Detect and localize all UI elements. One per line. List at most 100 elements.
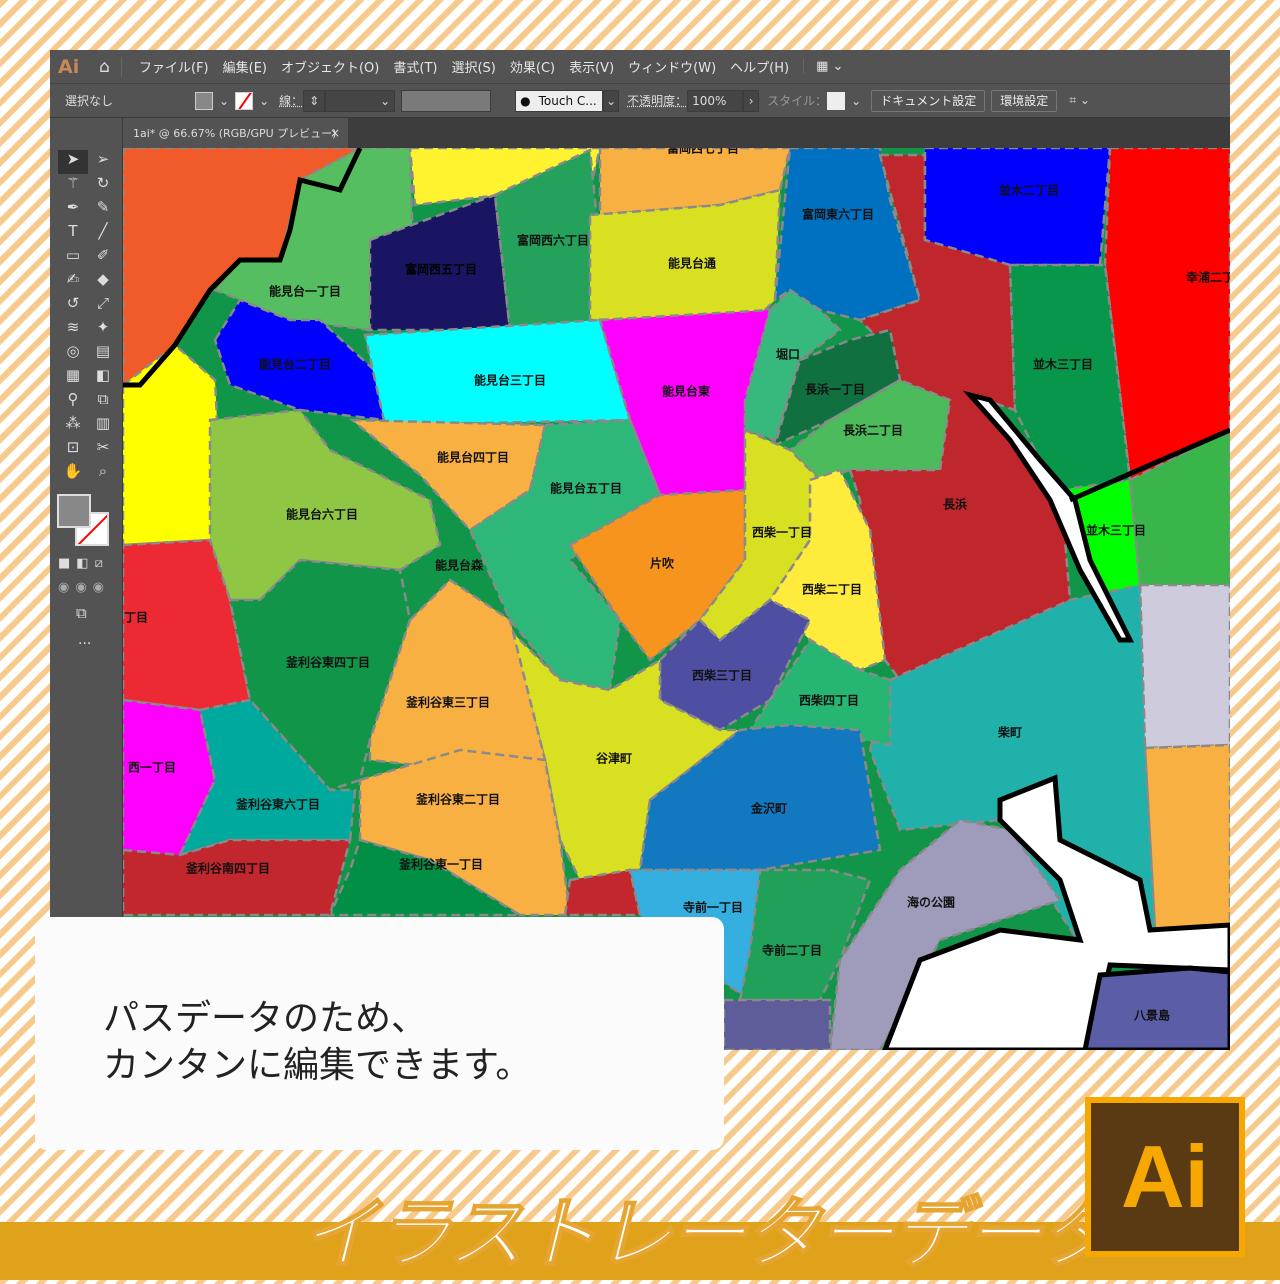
menu-view[interactable]: 表示(V)	[569, 57, 614, 76]
variable-width-profile[interactable]	[401, 89, 492, 112]
menu-object[interactable]: オブジェクト(O)	[281, 57, 379, 76]
home-icon[interactable]: ⌂	[88, 56, 122, 77]
perspective-grid-icon[interactable]: ▤	[88, 342, 118, 366]
ai-logo: Ai	[58, 55, 80, 78]
tools-panel: ➤ ➢ ⚚ ↻ ✒ ✎ T ╱ ▭ ✐ ✍ ◆ ↺ ⤢ ≋ ✦ ◎ ▤ ▦ ◧ ⚲ ⧉ ⁂ ▥ ⊡ ✂ ✋…	[50, 118, 123, 917]
rectangle-tool-icon[interactable]: ▭	[58, 246, 88, 270]
rotate-tool-icon[interactable]: ↺	[58, 294, 88, 318]
selection-status: 選択なし	[65, 94, 114, 108]
map-region-label: 丁目	[123, 610, 149, 625]
menu-bar: Ai ⌂ ファイル(F) 編集(E) オブジェクト(O) 書式(T) 選択(S)…	[50, 50, 1230, 84]
shaper-tool-icon[interactable]: ✍	[58, 270, 88, 294]
color-mode-buttons[interactable]: ■◧⧄	[58, 556, 109, 571]
map-region-label: 並木三丁目	[1032, 357, 1094, 372]
map-region-label: 長浜一丁目	[804, 382, 866, 397]
mesh-tool-icon[interactable]: ▦	[58, 366, 88, 390]
map-region-label: 寺前二丁目	[761, 943, 823, 958]
style-swatch[interactable]	[827, 91, 846, 110]
chevron-down-icon[interactable]: ⌄	[259, 94, 269, 108]
document-settings-button[interactable]: ドキュメント設定	[871, 89, 986, 112]
map-region-label: 西一丁目	[127, 760, 177, 775]
menu-type[interactable]: 書式(T)	[393, 57, 437, 76]
brush-name: Touch C...	[538, 93, 597, 108]
map-region-label: 金沢町	[750, 801, 788, 816]
eraser-icon[interactable]: ◆	[88, 270, 118, 294]
map-region-label: 八景島	[1133, 1008, 1171, 1023]
region-orange-right	[1143, 743, 1230, 932]
line-tool-icon[interactable]: ╱	[88, 222, 118, 246]
blend-tool-icon[interactable]: ⧉	[88, 390, 118, 414]
document-tabs: 1ai* @ 66.67% (RGB/GPU プレビュー) ×	[123, 118, 1230, 148]
map-region-label: 富岡西五丁目	[404, 262, 478, 277]
arrange-icon[interactable]: ⌗ ⌄	[1069, 93, 1090, 108]
curvature-tool-icon[interactable]: ✎	[88, 198, 118, 222]
type-tool-icon[interactable]: T	[58, 222, 88, 246]
map-region-label: 能見台三丁目	[473, 373, 547, 388]
pen-tool-icon[interactable]: ✒	[58, 198, 88, 222]
caption-card: パスデータのため、 カンタンに編集できます。	[35, 917, 724, 1150]
graph-tool-icon[interactable]: ▥	[88, 414, 118, 438]
menu-window[interactable]: ウィンドウ(W)	[628, 57, 716, 76]
illustrator-logo: Ai	[1085, 1097, 1245, 1257]
stroke-weight-input[interactable]: ⌄	[325, 89, 396, 112]
direct-selection-tool-icon[interactable]: ➢	[88, 150, 118, 174]
map-region-label: 谷津町	[595, 751, 633, 766]
hand-tool-icon[interactable]: ✋	[58, 462, 88, 486]
map-region-label: 片吹	[649, 556, 675, 571]
region-lavender	[1138, 583, 1230, 750]
workspace-switcher-icon[interactable]: ▦ ⌄	[803, 59, 843, 74]
slice-tool-icon[interactable]: ✂	[88, 438, 118, 462]
close-tab-icon[interactable]: ×	[330, 126, 340, 140]
fill-swatch[interactable]	[195, 91, 213, 110]
paintbrush-icon[interactable]: ✐	[88, 246, 118, 270]
stroke-weight-stepper[interactable]: ⇕	[303, 89, 326, 112]
preferences-button[interactable]: 環境設定	[991, 89, 1058, 112]
screen-mode-icon[interactable]: ⧉	[76, 604, 87, 622]
map-region-label: 西柴四丁目	[798, 693, 860, 708]
map-region-label: 長浜	[942, 497, 968, 512]
chevron-down-icon[interactable]: ⌄	[851, 94, 861, 108]
menu-select[interactable]: 選択(S)	[451, 57, 495, 76]
eyedropper-icon[interactable]: ⚲	[58, 390, 88, 414]
lasso-icon[interactable]: ↻	[88, 174, 118, 198]
warp-tool-icon[interactable]: ≋	[58, 318, 88, 342]
document-tab[interactable]: 1ai* @ 66.67% (RGB/GPU プレビュー) ×	[123, 118, 348, 148]
map-region-label: 柴町	[997, 725, 1023, 740]
artboard-tool-icon[interactable]: ⊡	[58, 438, 88, 462]
banner-title: イラストレーターデータ	[299, 1189, 1117, 1281]
symbol-sprayer-icon[interactable]: ⁂	[58, 414, 88, 438]
caption-line-2: カンタンに編集できます。	[103, 1045, 532, 1086]
draw-mode-buttons[interactable]: ◉◉◉	[58, 580, 110, 595]
zoom-tool-icon[interactable]: ⌕	[88, 462, 118, 486]
shape-builder-icon[interactable]: ◎	[58, 342, 88, 366]
menu-help[interactable]: ヘルプ(H)	[730, 57, 789, 76]
gradient-tool-icon[interactable]: ◧	[88, 366, 118, 390]
stroke-swatch[interactable]	[235, 91, 254, 110]
menu-effect[interactable]: 効果(C)	[510, 57, 555, 76]
map-region-label: 能見台森	[434, 558, 484, 573]
map-region-label: 寺前一丁目	[682, 900, 744, 915]
map-region-label: 西柴二丁目	[801, 582, 863, 597]
style-label: スタイル：	[767, 94, 828, 108]
scale-tool-icon[interactable]: ⤢	[88, 294, 118, 318]
region-yellow-left	[123, 343, 222, 547]
menu-file[interactable]: ファイル(F)	[139, 57, 209, 76]
map-canvas[interactable]: 富岡西七丁目 能見台一丁目 富岡西五丁目 富岡西六丁目 能見台通 富岡東六丁目 並木二丁目幸…	[123, 148, 1230, 1050]
chevron-down-icon[interactable]: ⌄	[219, 94, 229, 108]
map-region-label: 長浜二丁目	[842, 423, 904, 438]
caption-line-1: パスデータのため、	[103, 998, 428, 1039]
chevron-down-icon[interactable]: ⌄	[603, 89, 620, 112]
map-region-label: 能見台東	[661, 384, 711, 399]
selection-tool-icon[interactable]: ➤	[58, 150, 88, 174]
menu-edit[interactable]: 編集(E)	[223, 57, 267, 76]
map-region-label: 釜利谷東四丁目	[285, 655, 371, 670]
more-tools-button[interactable]: ...	[78, 632, 91, 648]
chevron-right-icon[interactable]: ›	[743, 89, 760, 112]
opacity-input[interactable]: 100%	[687, 89, 744, 112]
region-namiki-2	[923, 148, 1112, 267]
brush-select[interactable]: ● Touch C...	[515, 89, 604, 112]
fill-color-swatch[interactable]	[57, 494, 91, 528]
magic-wand-icon[interactable]: ⚚	[58, 174, 88, 198]
map-region-label: 釜利谷東六丁目	[235, 797, 321, 812]
puppet-warp-icon[interactable]: ✦	[88, 318, 118, 342]
